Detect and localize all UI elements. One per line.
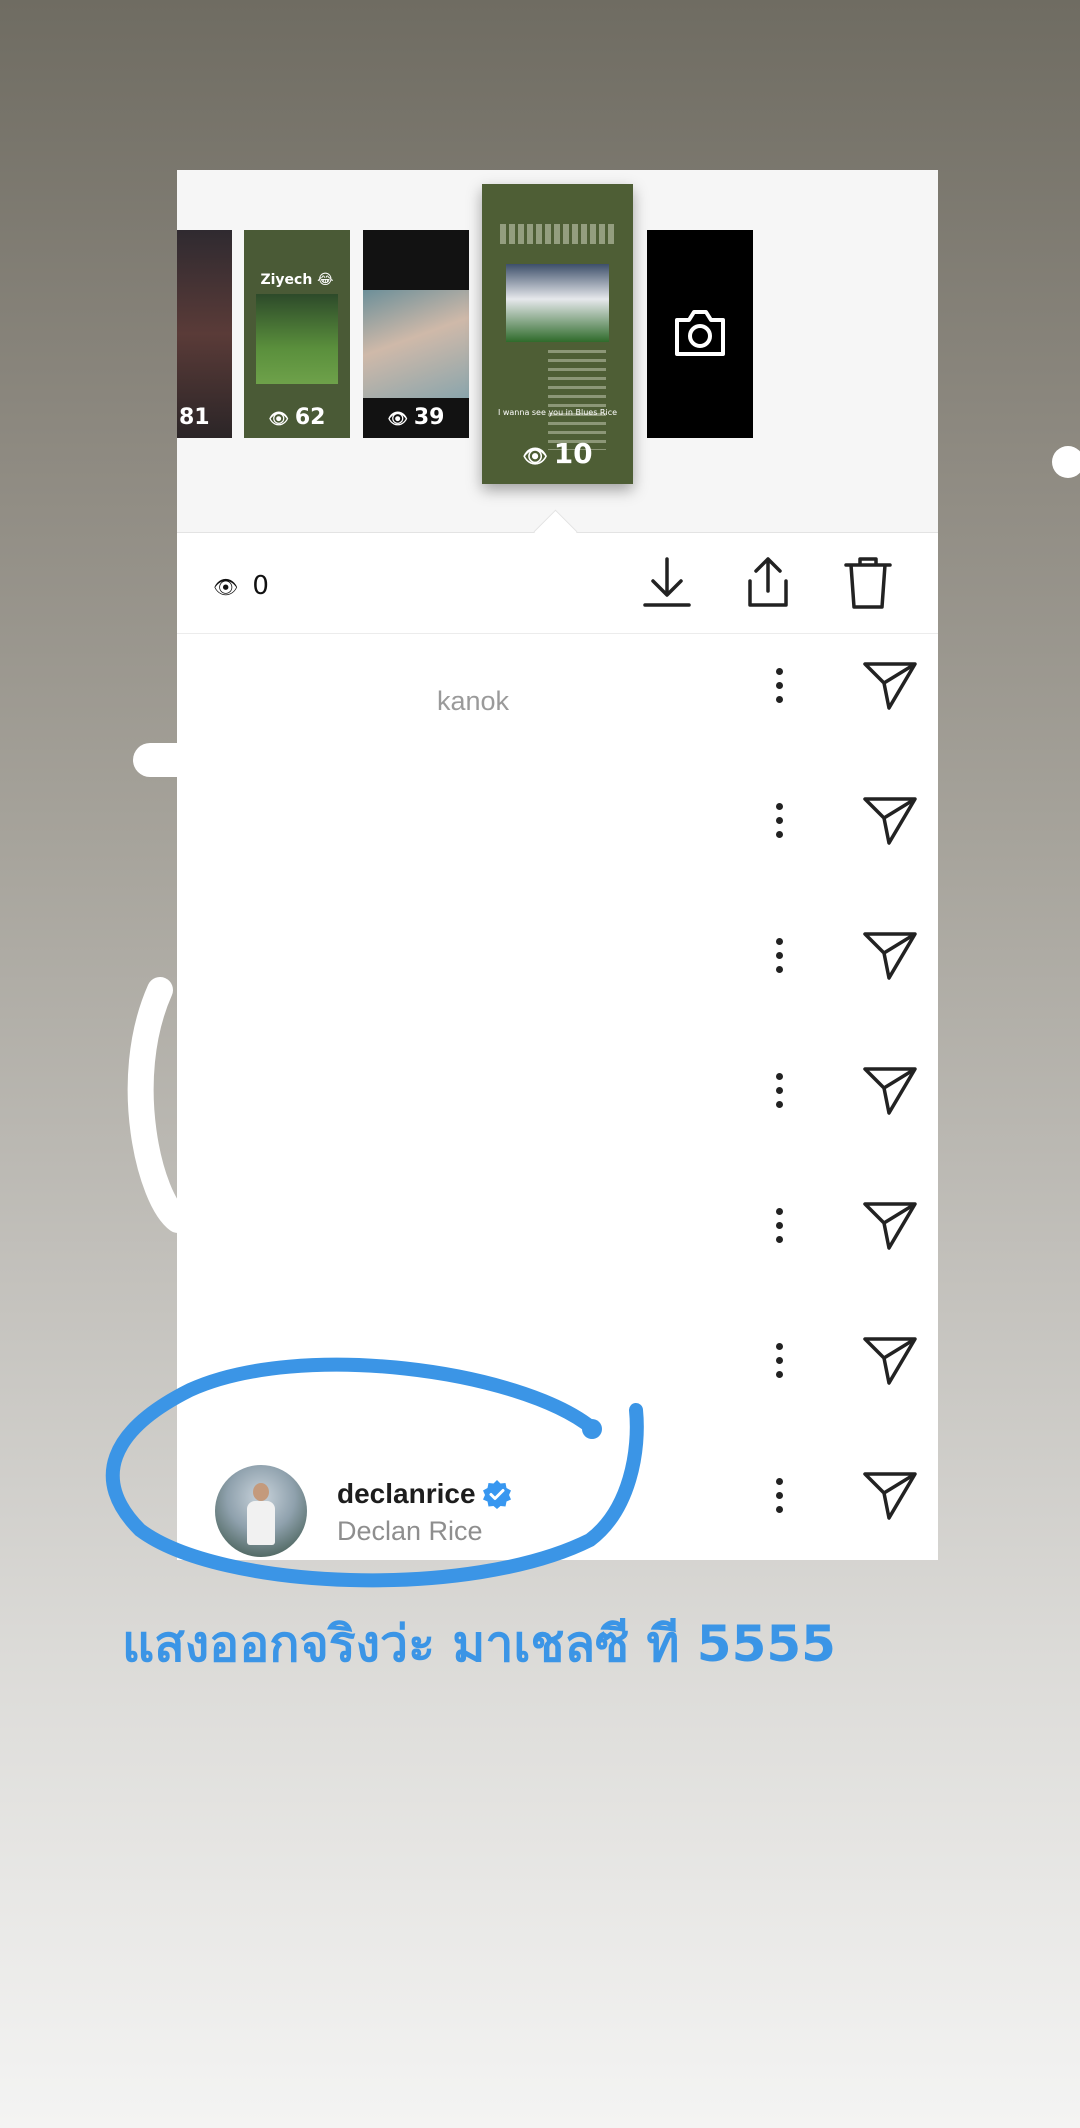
viewer-username[interactable]: declanrice: [337, 1478, 476, 1510]
eye-icon: 👁: [213, 575, 239, 599]
send-icon[interactable]: [861, 1196, 919, 1254]
send-icon[interactable]: [861, 1331, 919, 1389]
more-options-icon[interactable]: [771, 1478, 787, 1518]
view-count: 👁 10: [522, 437, 593, 470]
more-options-icon[interactable]: [771, 1073, 787, 1113]
story-image: [363, 290, 469, 398]
story-header-text: [500, 224, 615, 244]
more-options-icon[interactable]: [771, 1343, 787, 1383]
more-options-icon[interactable]: [771, 668, 787, 708]
story-caption: I wanna see you in Blues Rice: [497, 408, 618, 417]
eye-icon: 👁: [268, 409, 289, 428]
viewer-row[interactable]: [177, 1309, 938, 1444]
story-image: [506, 264, 609, 342]
annotation-caption: แสงออกจริงว่ะ มาเชลซี ที 5555: [122, 1615, 836, 1673]
story-image: [256, 294, 338, 384]
story-thumbnail-strip[interactable]: 81 Ziyech 😂 👁 62 👁 39 I wanna see you in B…: [177, 170, 938, 533]
viewer-row[interactable]: [177, 769, 938, 904]
send-icon[interactable]: [861, 1061, 919, 1119]
send-icon[interactable]: [861, 1466, 919, 1524]
send-icon[interactable]: [861, 656, 919, 714]
story-thumbnail-2[interactable]: Ziyech 😂 👁 62: [244, 230, 350, 438]
story-thumbnail-selected[interactable]: I wanna see you in Blues Rice 👁 10: [482, 184, 633, 484]
view-count: 👁 62: [268, 405, 326, 430]
more-options-icon[interactable]: [771, 803, 787, 843]
viewer-row[interactable]: [177, 904, 938, 1039]
viewer-fullname: kanok: [437, 686, 510, 716]
share-icon[interactable]: [740, 553, 796, 613]
view-count: 👁 39: [387, 405, 445, 430]
viewer-fullname: Declan Rice: [337, 1516, 483, 1546]
avatar[interactable]: [215, 1465, 307, 1557]
story-caption: Ziyech 😂: [260, 272, 334, 288]
viewer-row-declanrice[interactable]: declanrice Declan Rice: [177, 1444, 938, 1560]
story-thumbnail-3[interactable]: 👁 39: [363, 230, 469, 438]
viewer-count[interactable]: 👁 0: [213, 571, 269, 601]
download-icon[interactable]: [639, 553, 695, 613]
send-icon[interactable]: [861, 926, 919, 984]
send-icon[interactable]: [861, 791, 919, 849]
viewer-row[interactable]: [177, 1174, 938, 1309]
new-story-button[interactable]: [647, 230, 753, 438]
trash-icon[interactable]: [840, 553, 896, 613]
viewer-row[interactable]: [177, 1039, 938, 1174]
story-thumbnail-1[interactable]: 81: [177, 230, 232, 438]
viewer-list[interactable]: kanok declanrice Declan Rice: [177, 634, 938, 1560]
more-options-icon[interactable]: [771, 938, 787, 978]
viewer-row[interactable]: kanok: [177, 634, 938, 769]
view-count: 81: [179, 405, 210, 430]
story-viewers-panel: 81 Ziyech 😂 👁 62 👁 39 I wanna see you in B…: [177, 170, 938, 1560]
story-toolbar: 👁 0: [177, 533, 938, 634]
camera-icon: [675, 310, 725, 356]
story-text-list: [548, 350, 606, 450]
more-options-icon[interactable]: [771, 1208, 787, 1248]
eye-icon: 👁: [522, 444, 548, 468]
eye-icon: 👁: [387, 409, 408, 428]
verified-badge-icon: [483, 1480, 511, 1509]
